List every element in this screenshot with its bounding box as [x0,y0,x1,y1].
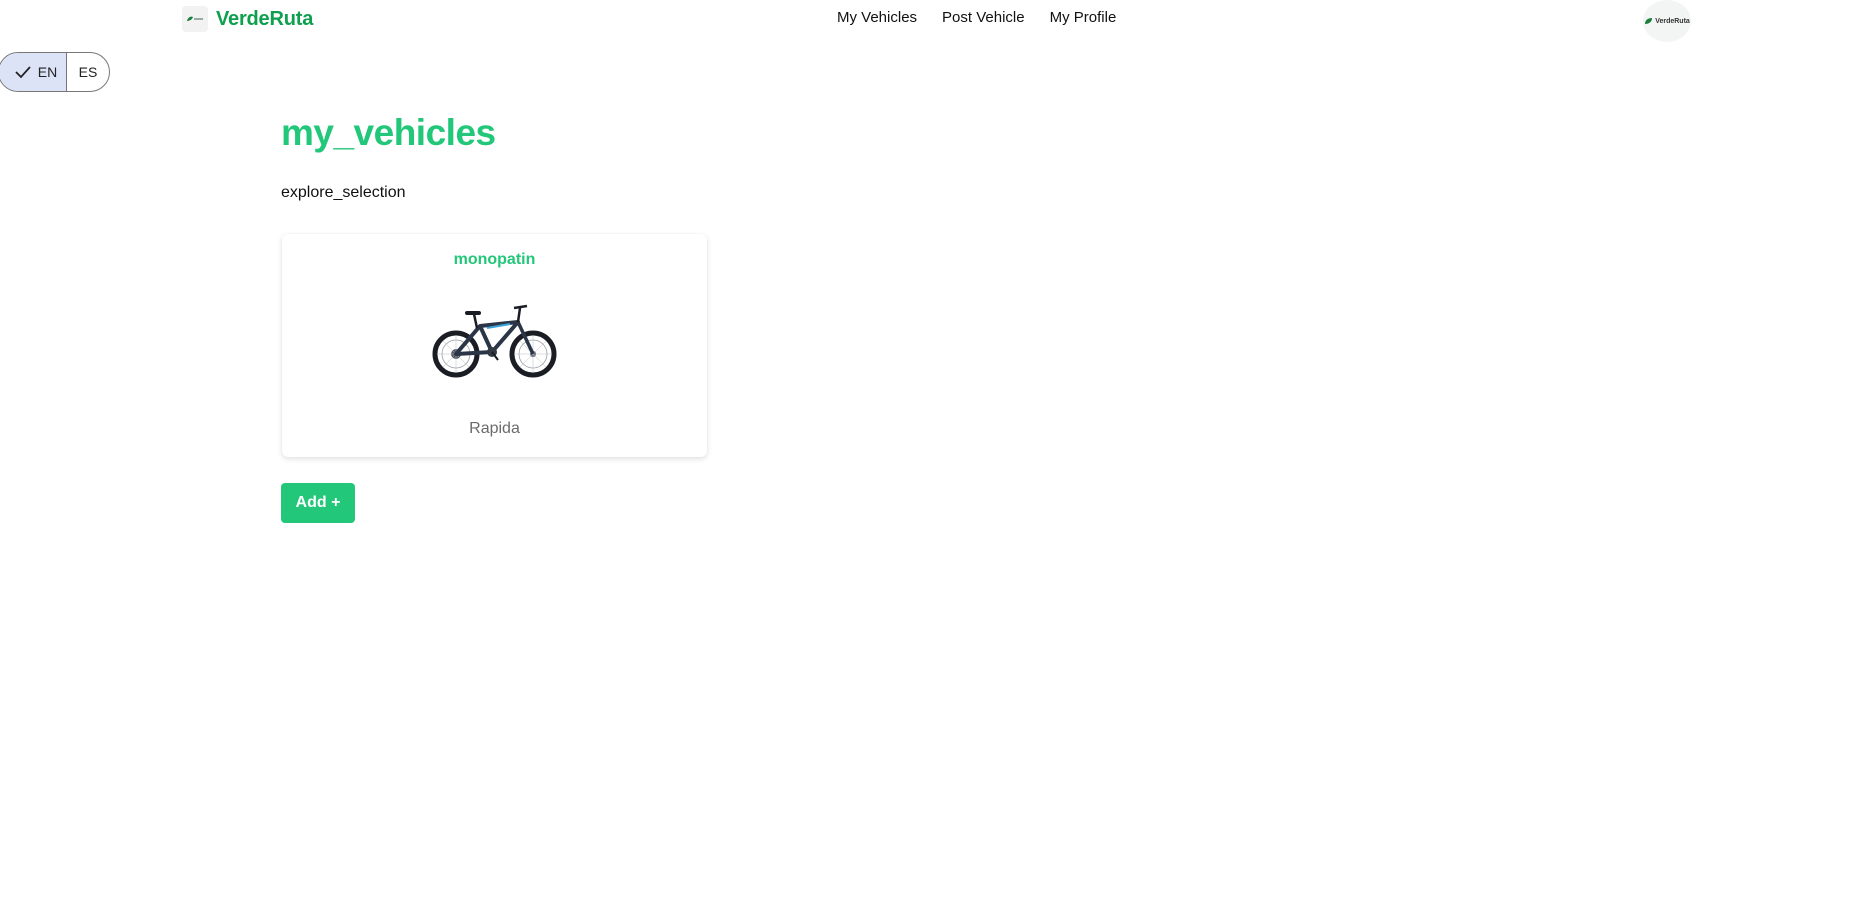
avatar-label: VerdeRuta [1655,17,1690,25]
page-title: my_vehicles [281,112,496,153]
avatar-button[interactable]: VerdeRuta [1643,0,1691,42]
vehicle-card[interactable]: monopatin Rapida [282,234,707,457]
main-nav: My Vehicles Post Vehicle My Profile [837,9,1116,26]
avatar: VerdeRuta [1644,17,1690,25]
leaf-icon [182,6,208,32]
nav-my-vehicles[interactable]: My Vehicles [837,9,917,26]
checkmark-icon [15,66,31,79]
nav-post-vehicle[interactable]: Post Vehicle [942,9,1025,26]
language-label-en: EN [37,64,58,80]
vehicle-name: monopatin [453,251,536,268]
leaf-icon [1645,18,1653,24]
language-option-en[interactable]: EN [0,53,67,91]
brand-name: VerdeRuta [216,7,314,30]
language-toggle: EN ES [0,52,110,92]
language-label-es: ES [78,64,98,80]
nav-my-profile[interactable]: My Profile [1050,9,1117,26]
vehicle-description: Rapida [469,420,520,437]
add-vehicle-button[interactable]: Add + [281,483,355,523]
language-option-es[interactable]: ES [67,53,109,91]
page: VerdeRuta My Vehicles Post Vehicle My Pr… [0,0,1856,901]
top-navbar: VerdeRuta My Vehicles Post Vehicle My Pr… [0,0,1856,42]
brand-link[interactable]: VerdeRuta [182,6,313,32]
bicycle-image [432,304,557,378]
page-subtitle: explore_selection [281,184,406,201]
